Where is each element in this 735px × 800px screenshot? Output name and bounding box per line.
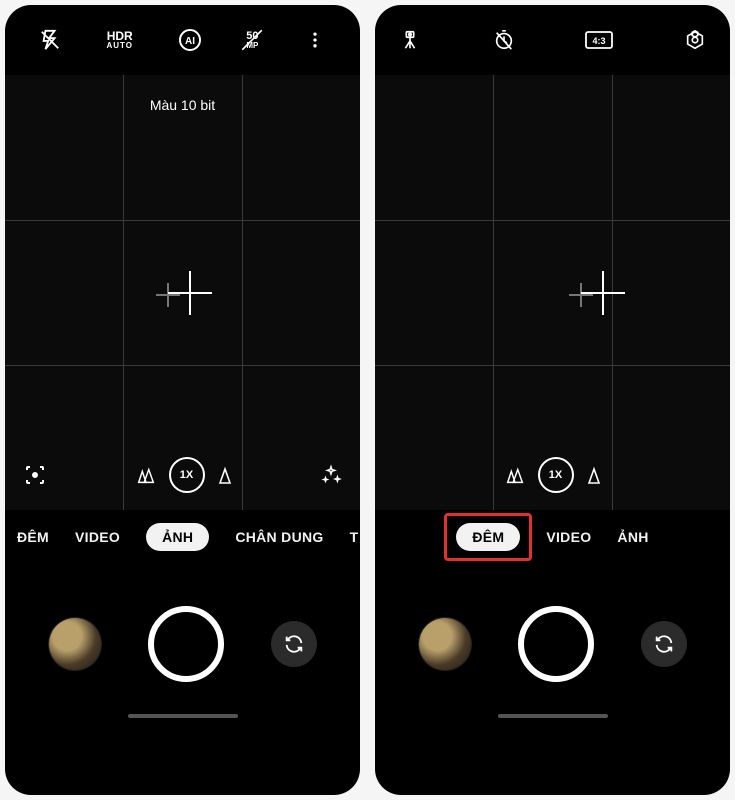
mode-night[interactable]: ĐÊM: [17, 529, 49, 545]
phone-screen-left: HDR AUTO AI 50 MP Màu 10 bit: [5, 5, 360, 795]
settings-icon[interactable]: [682, 27, 708, 53]
viewfinder-controls: 1X: [375, 450, 730, 500]
telephoto-icon[interactable]: [217, 465, 233, 485]
shutter-button[interactable]: [518, 606, 594, 682]
shutter-button[interactable]: [148, 606, 224, 682]
footer: [5, 564, 360, 724]
gridline: [375, 220, 730, 221]
google-lens-icon[interactable]: [23, 463, 47, 487]
switch-camera-button[interactable]: [641, 621, 687, 667]
mode-strip[interactable]: ĐÊM VIDEO ẢNH CHÂN DUNG T: [5, 510, 360, 564]
tripod-icon[interactable]: [397, 27, 423, 53]
viewfinder[interactable]: 1X: [375, 75, 730, 510]
focus-cross-icon: [581, 271, 625, 315]
footer: [375, 564, 730, 724]
gridline: [242, 75, 243, 510]
phone-screen-right: 4:3 1X: [375, 5, 730, 795]
home-indicator: [498, 714, 608, 718]
mode-portrait[interactable]: CHÂN DUNG: [235, 529, 323, 545]
zoom-level-button[interactable]: 1X: [169, 457, 205, 493]
gridline: [5, 220, 360, 221]
gridline: [375, 365, 730, 366]
flash-off-icon[interactable]: [37, 27, 63, 53]
mode-video[interactable]: VIDEO: [546, 529, 591, 545]
gridline: [5, 365, 360, 366]
zoom-cluster: 1X: [504, 457, 602, 493]
mode-video[interactable]: VIDEO: [75, 529, 120, 545]
filters-icon[interactable]: [320, 464, 342, 486]
mode-photo[interactable]: ẢNH: [617, 529, 648, 545]
mode-photo[interactable]: ẢNH: [146, 523, 209, 551]
gridline: [493, 75, 494, 510]
ai-scene-icon[interactable]: AI: [177, 27, 203, 53]
mode-night[interactable]: ĐÊM: [456, 523, 520, 551]
more-menu-icon[interactable]: [302, 27, 328, 53]
gallery-thumbnail[interactable]: [419, 618, 471, 670]
aspect-ratio-icon[interactable]: 4:3: [584, 27, 614, 53]
gridline: [123, 75, 124, 510]
viewfinder[interactable]: Màu 10 bit 1X: [5, 75, 360, 510]
focus-cross-icon: [168, 271, 212, 315]
zoom-cluster: 1X: [135, 457, 233, 493]
zoom-level-button[interactable]: 1X: [538, 457, 574, 493]
svg-text:4:3: 4:3: [593, 36, 606, 46]
switch-camera-button[interactable]: [271, 621, 317, 667]
timer-off-icon[interactable]: [491, 27, 517, 53]
color-depth-badge: Màu 10 bit: [150, 97, 215, 113]
ultrawide-icon[interactable]: [135, 465, 157, 485]
viewfinder-controls: 1X: [5, 450, 360, 500]
hdr-auto-icon[interactable]: HDR AUTO: [106, 27, 133, 53]
telephoto-icon[interactable]: [586, 465, 602, 485]
megapixel-icon[interactable]: 50 MP: [246, 27, 258, 53]
home-indicator: [128, 714, 238, 718]
mode-more[interactable]: T: [350, 529, 359, 545]
topbar: 4:3: [375, 5, 730, 75]
ultrawide-icon[interactable]: [504, 465, 526, 485]
topbar: HDR AUTO AI 50 MP: [5, 5, 360, 75]
gallery-thumbnail[interactable]: [49, 618, 101, 670]
svg-text:AI: AI: [185, 36, 195, 47]
mode-strip[interactable]: ĐÊM VIDEO ẢNH: [375, 510, 730, 564]
